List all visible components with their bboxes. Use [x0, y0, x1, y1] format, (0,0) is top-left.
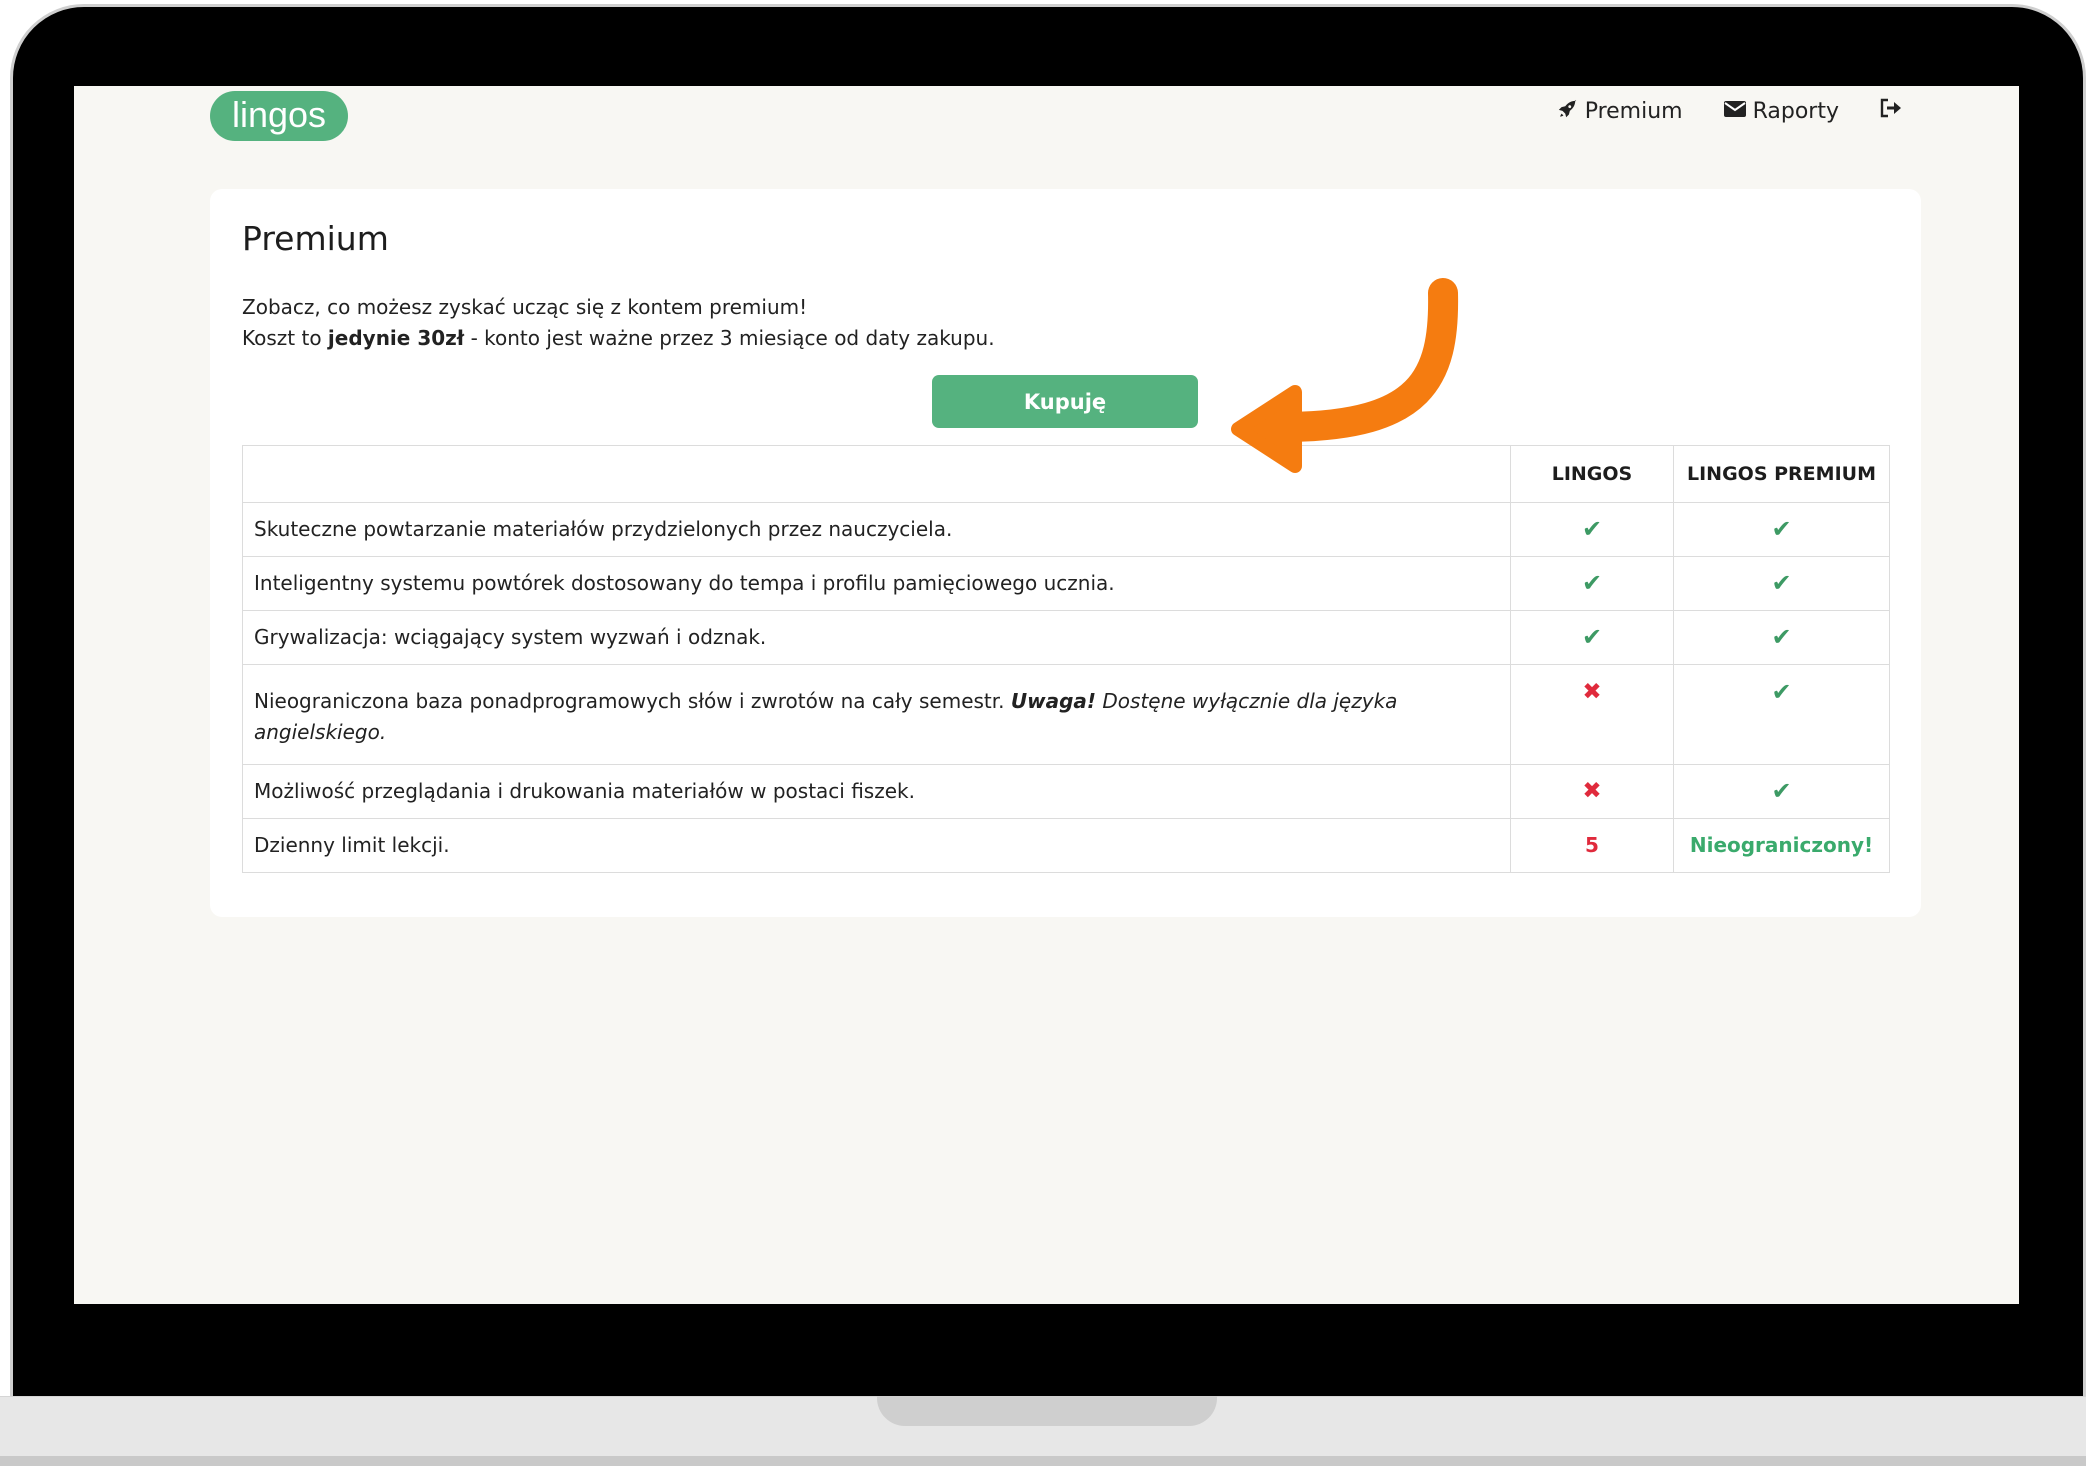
table-row: Skuteczne powtarzanie materiałów przydzi… [242, 502, 1890, 557]
logout-icon[interactable] [1879, 98, 1903, 124]
cross-icon: ✖ [1582, 679, 1602, 705]
premium-cell: ✔ [1673, 502, 1890, 557]
note-warning: Uwaga! [1010, 688, 1097, 713]
daily-limit-premium: Nieograniczony! [1689, 833, 1874, 857]
check-icon: ✔ [1581, 514, 1603, 543]
page-title: Premium [242, 219, 389, 258]
feature-cell: Grywalizacja: wciągający system wyzwań i… [242, 610, 1511, 665]
table-row: Nieograniczona baza ponadprogramowych sł… [242, 664, 1890, 765]
lingos-cell: 5 [1510, 818, 1674, 873]
envelope-icon [1723, 100, 1747, 122]
lingos-cell: ✖ [1510, 664, 1674, 765]
check-icon: ✔ [1771, 678, 1792, 706]
daily-limit-value: 5 [1585, 833, 1599, 857]
intro-text: Zobacz, co możesz zyskać ucząc się z kon… [242, 292, 995, 354]
lingos-cell: ✔ [1510, 502, 1674, 557]
check-icon: ✔ [1771, 622, 1792, 651]
feature-cell: Nieograniczona baza ponadprogramowych sł… [242, 664, 1511, 765]
laptop-base-edge [0, 1456, 2086, 1466]
header-lingos: LINGOS [1510, 445, 1674, 503]
feature-cell: Dzienny limit lekcji. [242, 818, 1511, 873]
check-icon: ✔ [1771, 568, 1792, 597]
nav-reports-label: Raporty [1752, 98, 1839, 124]
table-row: Dzienny limit lekcji. 5 Nieograniczony! [242, 818, 1890, 873]
price-highlight: jedynie 30zł [327, 326, 465, 350]
intro-line-2-prefix: Koszt to [242, 326, 328, 350]
intro-line-2-suffix: - konto jest ważne przez 3 miesiące od d… [464, 326, 995, 350]
top-nav: Premium Raporty [1557, 98, 1903, 124]
header-feature [242, 445, 1511, 503]
screen: lingos Premium Raporty Premium Zobacz, c… [74, 86, 2019, 1304]
premium-cell: ✔ [1673, 764, 1890, 819]
premium-cell: ✔ [1673, 664, 1890, 765]
feature-cell: Skuteczne powtarzanie materiałów przydzi… [242, 502, 1511, 557]
table-header-row: LINGOS LINGOS PREMIUM [242, 445, 1890, 503]
premium-card: Premium Zobacz, co możesz zyskać ucząc s… [210, 189, 1921, 917]
header-lingos-premium: LINGOS PREMIUM [1673, 445, 1890, 503]
intro-line-1: Zobacz, co możesz zyskać ucząc się z kon… [242, 295, 808, 319]
table-row: Grywalizacja: wciągający system wyzwań i… [242, 610, 1890, 665]
check-icon: ✔ [1581, 622, 1603, 651]
intro-line-2: Koszt to jedynie 30zł - konto jest ważne… [242, 323, 995, 354]
table-row: Możliwość przeglądania i drukowania mate… [242, 764, 1890, 819]
rocket-icon [1557, 98, 1579, 124]
laptop-notch [877, 1396, 1217, 1426]
premium-cell: ✔ [1673, 610, 1890, 665]
nav-reports[interactable]: Raporty [1723, 99, 1839, 124]
logo[interactable]: lingos [210, 91, 349, 141]
check-icon: ✔ [1771, 776, 1792, 805]
nav-premium-label: Premium [1584, 98, 1683, 124]
lingos-cell: ✔ [1510, 610, 1674, 665]
feature-cell: Inteligentny systemu powtórek dostosowan… [242, 556, 1511, 611]
cross-icon: ✖ [1582, 778, 1602, 804]
lingos-cell: ✔ [1510, 556, 1674, 611]
comparison-table: LINGOS LINGOS PREMIUM Skuteczne powtarza… [242, 445, 1890, 873]
premium-cell: Nieograniczony! [1673, 818, 1890, 873]
check-icon: ✔ [1581, 568, 1603, 597]
table-row: Inteligentny systemu powtórek dostosowan… [242, 556, 1890, 611]
feature-cell: Możliwość przeglądania i drukowania mate… [242, 764, 1511, 819]
premium-cell: ✔ [1673, 556, 1890, 611]
buy-button[interactable]: Kupuję [932, 375, 1198, 428]
feature-text: Nieograniczona baza ponadprogramowych sł… [254, 688, 1011, 713]
check-icon: ✔ [1771, 514, 1792, 543]
nav-premium[interactable]: Premium [1557, 98, 1683, 124]
lingos-cell: ✖ [1510, 764, 1674, 819]
